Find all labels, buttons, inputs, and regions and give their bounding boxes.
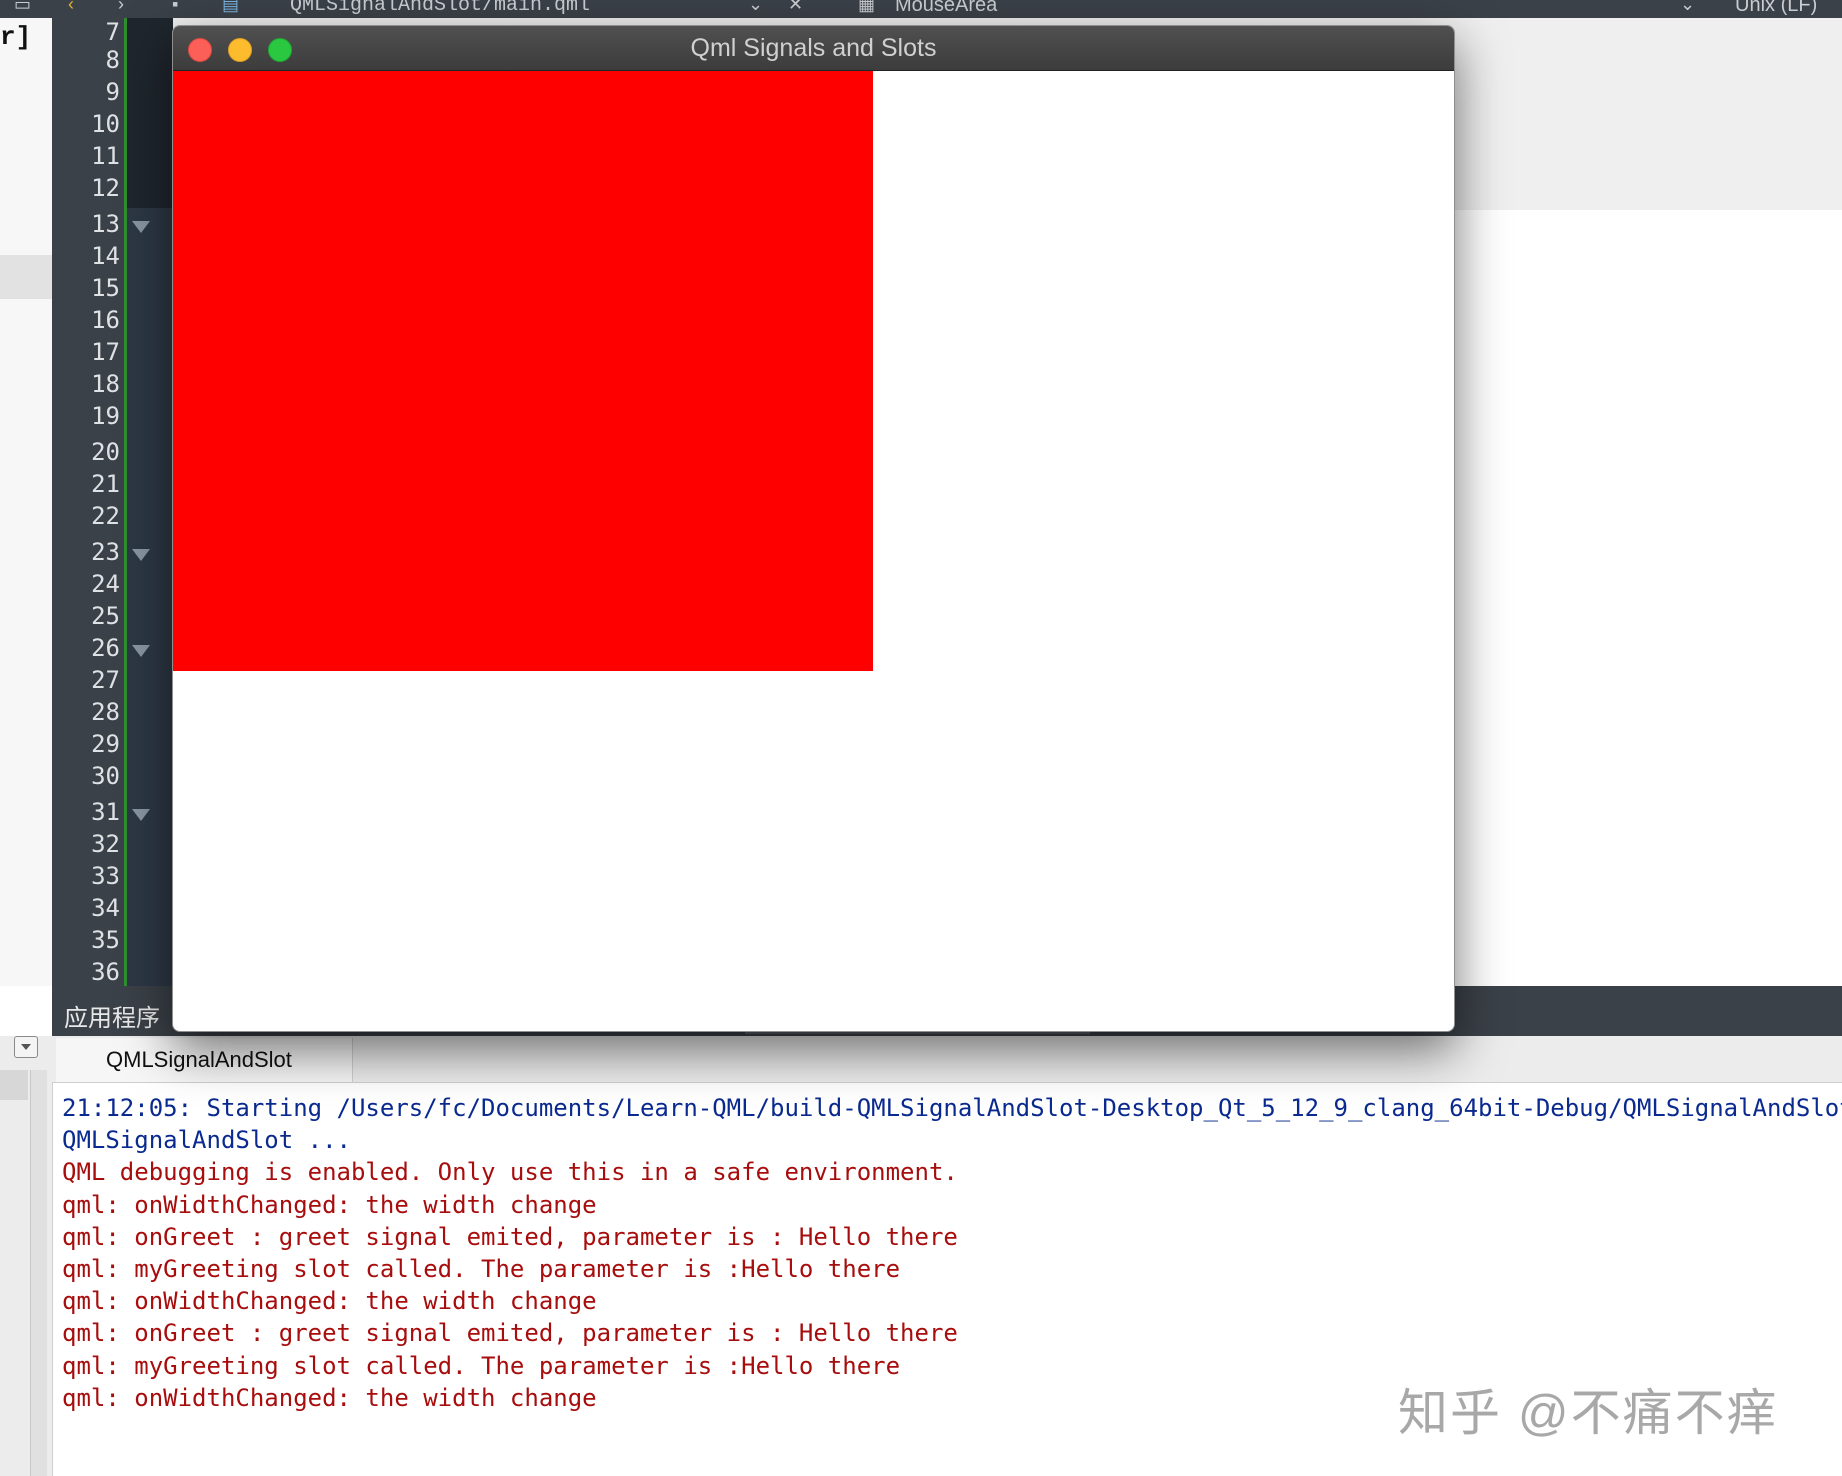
log-line: qml: onGreet : greet signal emited, para… <box>62 1222 958 1251</box>
qml-app-window[interactable]: Qml Signals and Slots <box>172 25 1455 1032</box>
line-number: 25 <box>91 602 120 630</box>
collapse-pane-button[interactable] <box>14 1036 38 1058</box>
fold-arrow-icon[interactable] <box>132 221 150 233</box>
tab-label: QMLSignalAndSlot <box>106 1047 292 1072</box>
output-pane-title: 应用程序 <box>64 1005 160 1032</box>
watermark: 知乎 @不痛不痒 <box>1398 1385 1779 1441</box>
project-panel-text: r] <box>0 22 32 52</box>
line-number: 28 <box>91 698 120 726</box>
log-line: QML debugging is enabled. Only use this … <box>62 1158 958 1187</box>
qml-file-icon: ▤ <box>222 0 240 14</box>
line-number: 20 <box>91 438 120 466</box>
close-document-icon[interactable]: ✕ <box>788 0 803 15</box>
project-selected-row[interactable] <box>0 255 52 299</box>
line-number: 17 <box>91 338 120 366</box>
line-number: 31 <box>91 798 120 826</box>
application-output-log[interactable]: 21:12:05: Starting /Users/fc/Documents/L… <box>62 1092 1842 1414</box>
project-panel <box>0 18 53 986</box>
symbol-icon: ▦ <box>858 0 876 14</box>
log-line: qml: onWidthChanged: the width change <box>62 1287 597 1316</box>
toggle-sidebar-icon[interactable]: ▭ <box>14 0 31 15</box>
open-file-combo[interactable]: QMLSignalAndSlot/main.qml <box>290 0 590 17</box>
line-ending-combo[interactable]: Unix (LF) <box>1735 0 1817 17</box>
back-arrow-icon[interactable]: ‹ <box>68 0 74 15</box>
line-number: 14 <box>91 242 120 270</box>
line-number: 35 <box>91 926 120 954</box>
line-number: 27 <box>91 666 120 694</box>
log-line: QMLSignalAndSlot ... <box>62 1126 351 1155</box>
line-number: 36 <box>91 958 120 986</box>
line-number: 26 <box>91 634 120 662</box>
line-number: 13 <box>91 210 120 238</box>
line-number: 11 <box>91 142 120 170</box>
line-number: 24 <box>91 570 120 598</box>
line-number: 22 <box>91 502 120 530</box>
line-number: 9 <box>105 78 120 106</box>
line-number: 34 <box>91 894 120 922</box>
symbol-combo[interactable]: MouseArea <box>895 0 997 17</box>
fold-arrow-icon[interactable] <box>132 809 150 821</box>
line-number: 23 <box>91 538 120 566</box>
output-scrollbar[interactable] <box>30 1070 47 1476</box>
file-lock-icon: ▪ <box>172 0 179 14</box>
fold-arrow-icon[interactable] <box>132 549 150 561</box>
symbol-combo-arrow-icon[interactable]: ⌄ <box>1680 0 1695 15</box>
line-number: 16 <box>91 306 120 334</box>
log-line: 21:12:05: Starting /Users/fc/Documents/L… <box>62 1094 1842 1122</box>
fold-column-top <box>127 18 173 208</box>
line-number: 19 <box>91 402 120 430</box>
line-number: 18 <box>91 370 120 398</box>
line-number: 32 <box>91 830 120 858</box>
line-number: 21 <box>91 470 120 498</box>
line-number: 8 <box>105 46 120 74</box>
red-rectangle[interactable] <box>173 71 873 671</box>
log-line: qml: onWidthChanged: the width change <box>62 1190 597 1219</box>
log-line: qml: myGreeting slot called. The paramet… <box>62 1255 901 1284</box>
window-title: Qml Signals and Slots <box>690 34 937 62</box>
window-title-bar[interactable]: Qml Signals and Slots <box>173 26 1454 71</box>
line-number: 7 <box>105 18 120 46</box>
line-number: 30 <box>91 762 120 790</box>
log-line: qml: onGreet : greet signal emited, para… <box>62 1319 958 1348</box>
output-pane-marker <box>0 1070 28 1100</box>
combo-arrows-icon[interactable]: ⌄ <box>748 0 763 15</box>
line-number: 29 <box>91 730 120 758</box>
line-number: 15 <box>91 274 120 302</box>
line-number: 10 <box>91 110 120 138</box>
fold-arrow-icon[interactable] <box>132 645 150 657</box>
forward-arrow-icon[interactable]: › <box>118 0 124 15</box>
line-number: 33 <box>91 862 120 890</box>
line-number: 12 <box>91 174 120 202</box>
